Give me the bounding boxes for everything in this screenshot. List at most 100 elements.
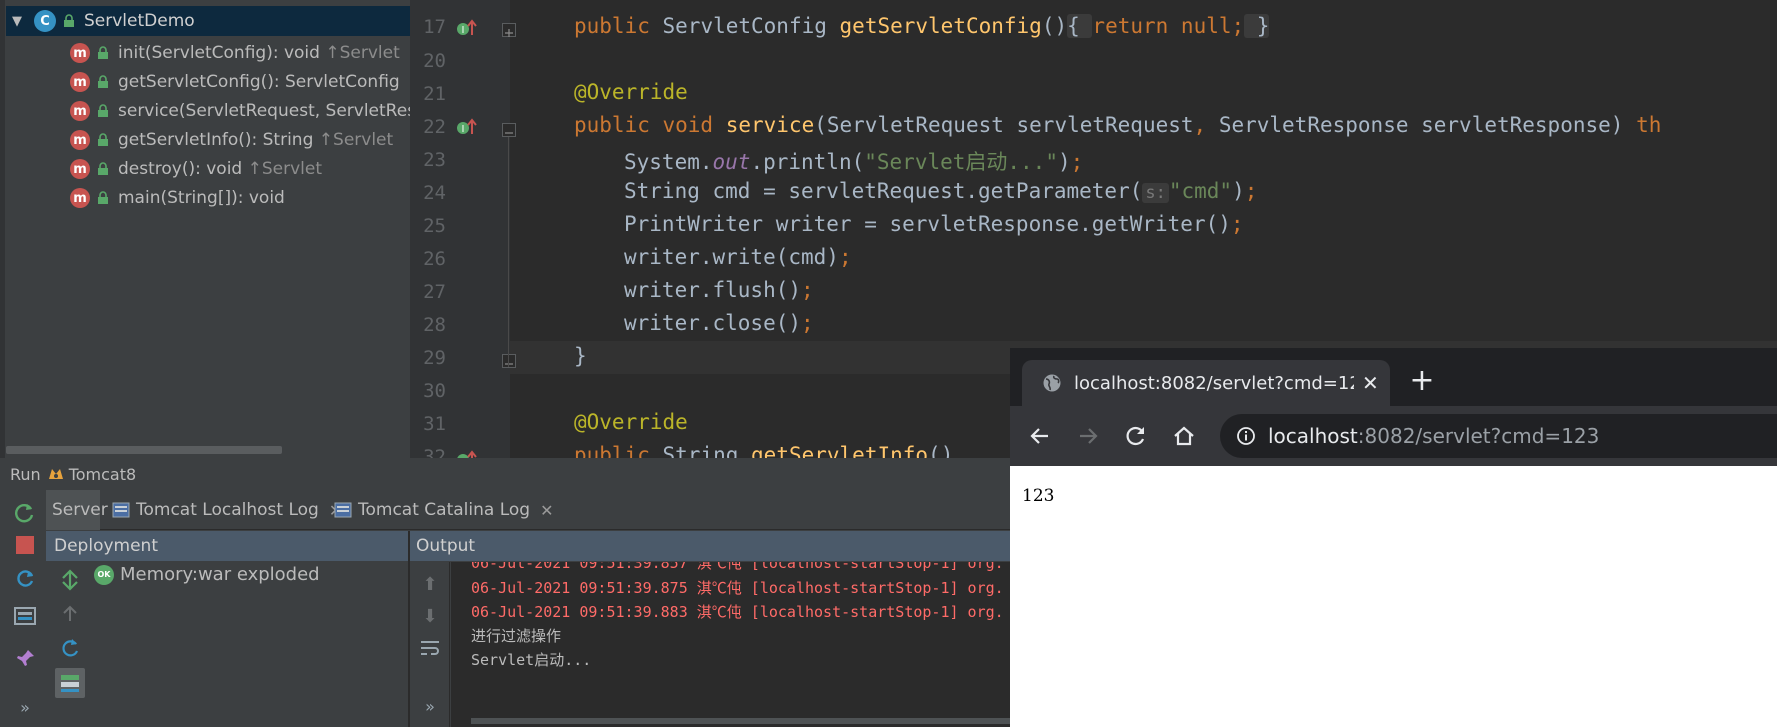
close-tab-icon[interactable]: ✕ — [540, 501, 553, 520]
deployment-artifact[interactable]: OK Memory:war exploded — [94, 564, 320, 585]
log-line: Servlet启动... — [471, 651, 592, 669]
code-line-23: System.out.println("Servlet启动..."); — [624, 146, 1083, 176]
code-token: writer.flush() — [624, 278, 802, 302]
url-text: localhost:8082/servlet?cmd=123 — [1268, 424, 1599, 448]
method-icon: m — [70, 101, 90, 121]
stop-icon[interactable] — [12, 532, 38, 558]
folded-region[interactable]: { — [1067, 14, 1093, 38]
code-token: { — [1067, 14, 1093, 38]
lock-icon — [96, 75, 110, 89]
tab-server[interactable]: Server — [46, 490, 108, 530]
code-token: getServletInfo — [751, 443, 929, 458]
static-method-icon: m — [70, 188, 90, 208]
code-token: public — [574, 14, 663, 38]
lock-icon — [62, 14, 76, 28]
close-tab-icon[interactable]: ✕ — [1362, 371, 1379, 395]
back-icon[interactable] — [1024, 420, 1056, 452]
svg-text:I: I — [462, 25, 465, 36]
code-line-22: public void service(ServletRequest servl… — [574, 113, 1661, 137]
refresh-icon[interactable] — [58, 636, 82, 660]
browser-tab[interactable]: localhost:8082/servlet?cmd=12 ✕ — [1022, 360, 1390, 406]
soft-wrap-icon[interactable] — [418, 636, 442, 660]
implements-method-icon[interactable] — [456, 448, 478, 458]
browser-toolbar: localhost:8082/servlet?cmd=123 — [1010, 406, 1777, 466]
method-icon: m — [70, 72, 90, 92]
forward-icon[interactable] — [1072, 420, 1104, 452]
log-line: 进行过滤操作 — [471, 627, 562, 645]
code-token: System. — [624, 150, 713, 174]
lock-icon — [96, 162, 110, 176]
deployment-toolbar — [46, 562, 90, 727]
structure-member-destroy[interactable]: m destroy(): void ↑Servlet — [70, 153, 322, 185]
reload-icon[interactable] — [1120, 420, 1152, 452]
browser-page-content: 123 — [1010, 466, 1777, 727]
deployment-header: Deployment — [46, 531, 408, 561]
run-config-name[interactable]: Tomcat8 — [69, 465, 136, 484]
code-token: public — [574, 443, 663, 458]
structure-member-main[interactable]: m main(String[]): void — [70, 182, 285, 214]
info-icon[interactable] — [1236, 426, 1256, 446]
code-token: String — [662, 443, 752, 458]
output-toolbar: ⬆ ⬇ » — [410, 562, 450, 727]
rerun-icon[interactable] — [12, 500, 38, 526]
collapse-arrow-icon[interactable]: ▼ — [12, 14, 22, 29]
fold-expand-icon[interactable] — [502, 23, 516, 37]
line-number: 32 — [423, 446, 446, 458]
undeploy-icon[interactable] — [58, 602, 82, 626]
structure-horizontal-scrollbar[interactable] — [6, 446, 282, 454]
new-tab-icon[interactable]: + — [1406, 363, 1438, 398]
line-number: 20 — [423, 50, 446, 72]
code-token: ; — [1070, 150, 1084, 174]
member-label: getServletConfig(): ServletConfig — [118, 72, 400, 92]
implements-method-icon[interactable]: I — [456, 116, 478, 138]
address-bar[interactable]: localhost:8082/servlet?cmd=123 — [1220, 414, 1777, 458]
structure-member-getservletinfo[interactable]: m getServletInfo(): String ↑Servlet — [70, 124, 393, 156]
code-line-17: public ServletConfig getServletConfig(){… — [574, 14, 1270, 38]
line-number: 28 — [423, 314, 446, 336]
code-token: ; — [1230, 212, 1244, 236]
more-tools-icon[interactable]: » — [418, 694, 442, 718]
scroll-down-icon[interactable]: ⬇ — [418, 604, 442, 628]
artifact-label: Memory:war exploded — [120, 564, 320, 585]
code-line-21: @Override — [574, 80, 688, 104]
code-token: ; — [838, 245, 852, 269]
code-token: service — [725, 113, 815, 137]
line-number: 26 — [423, 248, 446, 270]
console-output[interactable]: 06-Jul-2021 09:51:39.857 淇℃伅 [localhost-… — [451, 562, 1010, 727]
fold-collapse-icon[interactable] — [502, 123, 516, 137]
implements-method-icon[interactable]: I — [456, 17, 478, 39]
method-icon: m — [70, 43, 90, 63]
line-number: 27 — [423, 281, 446, 303]
structure-root-node[interactable]: ▼ C ServletDemo — [6, 6, 410, 36]
run-title-bar: Run Tomcat8 — [0, 458, 1010, 490]
scroll-up-icon[interactable]: ⬆ — [418, 572, 442, 596]
globe-icon — [1042, 373, 1062, 393]
console-horizontal-scrollbar[interactable] — [471, 718, 1010, 724]
code-token: getServletConfig — [839, 14, 1042, 38]
code-token: public void — [574, 113, 726, 137]
member-inherit: ↑Servlet — [325, 43, 400, 63]
lock-icon — [96, 191, 110, 205]
home-icon[interactable] — [1168, 420, 1200, 452]
server-settings-icon[interactable] — [55, 668, 85, 698]
run-tabs: Server Tomcat Localhost Log ✕ Tomcat Cat… — [46, 490, 1010, 530]
structure-member-init[interactable]: m init(ServletConfig): void ↑Servlet — [70, 37, 400, 69]
pin-icon[interactable] — [12, 646, 38, 672]
structure-class-name: ServletDemo — [84, 11, 195, 31]
structure-member-getservletconfig[interactable]: m getServletConfig(): ServletConfig — [70, 66, 400, 98]
url-host: localhost — [1268, 424, 1358, 448]
structure-member-service[interactable]: m service(ServletRequest, ServletRes — [70, 95, 410, 127]
tab-tomcat-localhost-log[interactable]: Tomcat Localhost Log ✕ — [106, 490, 342, 530]
deploy-icon[interactable] — [58, 568, 82, 592]
line-number: 24 — [423, 182, 446, 204]
fold-collapse-icon[interactable] — [502, 354, 516, 368]
code-token: ServletConfig — [662, 14, 840, 38]
code-line-29: } — [574, 344, 587, 368]
class-icon: C — [34, 10, 56, 32]
folded-region[interactable]: } — [1244, 14, 1270, 38]
code-token: (ServletRequest servletRequest — [814, 113, 1194, 137]
layout-icon[interactable] — [12, 604, 38, 630]
update-app-icon[interactable] — [12, 565, 38, 591]
tab-tomcat-catalina-log[interactable]: Tomcat Catalina Log ✕ — [328, 490, 553, 530]
more-tools-icon[interactable]: » — [12, 694, 38, 720]
